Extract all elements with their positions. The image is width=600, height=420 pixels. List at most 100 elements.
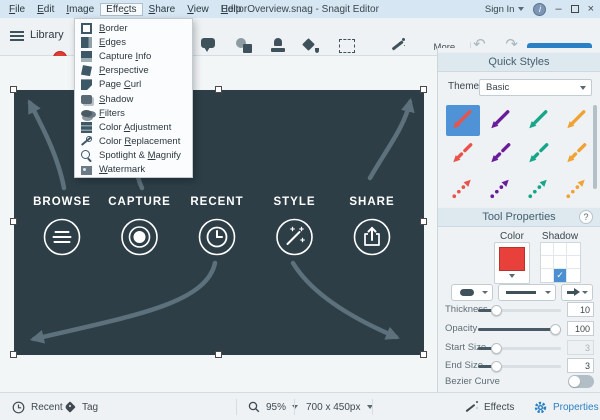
menubar-item-edit[interactable]: Edit: [31, 3, 60, 16]
arrow-style-dotted-2[interactable]: [522, 173, 556, 204]
menubar-item-view[interactable]: View: [181, 3, 215, 16]
magnifier-icon: [248, 401, 260, 413]
effects-menu-item-page-curl[interactable]: Page Curl: [75, 78, 192, 92]
shadow-cell-4[interactable]: [554, 256, 567, 269]
shadow-cell-5[interactable]: [567, 256, 580, 269]
shadow-cell-3[interactable]: [541, 256, 554, 269]
arrow-style-solid-1[interactable]: [484, 105, 518, 136]
selection-handle[interactable]: [420, 86, 427, 93]
sign-in-button[interactable]: Sign In: [485, 4, 525, 15]
arrow-style-dotted-0[interactable]: [446, 173, 480, 204]
slider-track[interactable]: [478, 365, 561, 368]
slider-value[interactable]: 3: [567, 358, 594, 373]
maximize-button[interactable]: [571, 5, 579, 13]
selection-icon: [337, 38, 355, 53]
window-title: EditorOverview.snag - Snagit Editor: [221, 4, 379, 15]
menu-item-label: Page Curl: [99, 79, 141, 90]
slider-track[interactable]: [478, 309, 561, 312]
effects-menu-item-edges[interactable]: Edges: [75, 35, 192, 49]
line-start-style-dropdown[interactable]: [451, 284, 493, 301]
effects-menu-item-color-replacement[interactable]: Color Replacement: [75, 135, 192, 149]
quick-styles-scrollbar[interactable]: [593, 105, 597, 189]
tag-label: Tag: [82, 402, 98, 413]
color-adjustment-icon: [81, 122, 92, 133]
effects-menu-item-shadow[interactable]: Shadow: [75, 92, 192, 106]
titlebar: FileEditImageEffectsShareViewHelp Editor…: [0, 0, 600, 18]
arrow-style-solid-3[interactable]: [560, 105, 594, 136]
selection-handle[interactable]: [420, 351, 427, 358]
slider-handle[interactable]: [491, 361, 502, 372]
arrow-style-solid-2[interactable]: [522, 105, 556, 136]
effects-menu-item-perspective[interactable]: Perspective: [75, 64, 192, 78]
minimize-button[interactable]: –: [555, 0, 561, 18]
canvas-size-control[interactable]: 700 x 450px: [306, 393, 373, 420]
effects-menu-item-watermark[interactable]: Watermark: [75, 163, 192, 177]
slider-value[interactable]: 3: [567, 340, 594, 355]
menubar: FileEditImageEffectsShareViewHelp: [0, 3, 247, 16]
selection-handle[interactable]: [10, 351, 17, 358]
selection-handle[interactable]: [420, 218, 427, 225]
selection-handle[interactable]: [10, 218, 17, 225]
arrow-style-dashed-1[interactable]: [484, 139, 518, 170]
theme-select[interactable]: Basic: [479, 79, 592, 96]
watermark-icon: [81, 166, 92, 175]
close-button[interactable]: ×: [588, 0, 594, 18]
tag-button[interactable]: Tag: [64, 393, 98, 420]
menubar-item-share[interactable]: Share: [143, 3, 182, 16]
slider-value[interactable]: 10: [567, 302, 594, 317]
shadow-cell-2[interactable]: [567, 243, 580, 256]
record-icon: [122, 220, 157, 255]
line-style-dropdown[interactable]: [498, 284, 556, 301]
color-picker-button[interactable]: [494, 242, 530, 284]
arrow-style-dashed-2[interactable]: [522, 139, 556, 170]
properties-tab[interactable]: Properties: [534, 393, 599, 420]
flow-arrow: [370, 102, 410, 178]
zoom-control[interactable]: 95%: [248, 393, 298, 420]
selection-handle[interactable]: [215, 351, 222, 358]
effects-menu-item-color-adjustment[interactable]: Color Adjustment: [75, 120, 192, 134]
arrow-style-dotted-1[interactable]: [484, 173, 518, 204]
slider-handle[interactable]: [491, 305, 502, 316]
effects-menu-item-filters[interactable]: Filters: [75, 106, 192, 120]
library-button[interactable]: Library: [10, 29, 64, 41]
slider-handle[interactable]: [491, 343, 502, 354]
slider-handle[interactable]: [550, 324, 561, 335]
shadow-cell-6[interactable]: [541, 269, 554, 282]
effects-tab[interactable]: Effects: [464, 393, 514, 420]
recent-button[interactable]: Recent: [12, 393, 63, 420]
shadow-cell-8[interactable]: [567, 269, 580, 282]
slider-value[interactable]: 100: [567, 321, 594, 336]
shadow-cell-7[interactable]: ✓: [554, 269, 567, 282]
arrow-style-solid-0[interactable]: [446, 105, 480, 136]
slider-track[interactable]: [478, 328, 561, 331]
effects-menu-item-border[interactable]: Border: [75, 21, 192, 35]
arrow-style-dashed-3[interactable]: [560, 139, 594, 170]
effects-menu-item-capture-info[interactable]: Capture Info: [75, 49, 192, 63]
menubar-item-effects[interactable]: Effects: [100, 3, 142, 16]
color-replacement-icon: [81, 136, 92, 147]
chevron-down-icon: [582, 291, 588, 294]
arrow-style-dotted-3[interactable]: [560, 173, 594, 204]
selection-handle[interactable]: [215, 86, 222, 93]
page-curl-icon: [81, 79, 92, 90]
shadow-cell-0[interactable]: [541, 243, 554, 256]
arrow-style-dashed-0[interactable]: [446, 139, 480, 170]
menubar-item-file[interactable]: File: [3, 3, 31, 16]
account-info-icon[interactable]: i: [533, 3, 546, 16]
chevron-down-icon: [482, 291, 488, 294]
menu-item-label: Border: [99, 23, 128, 34]
menubar-item-image[interactable]: Image: [60, 3, 100, 16]
bezier-curve-toggle[interactable]: [568, 375, 594, 388]
chevron-down-icon: [509, 274, 515, 278]
arrow-end-style-dropdown[interactable]: [561, 284, 593, 301]
shadow-cell-1[interactable]: [554, 243, 567, 256]
properties-tab-label: Properties: [553, 402, 599, 413]
edges-icon: [81, 37, 92, 48]
slider-track[interactable]: [478, 347, 561, 350]
selection-handle[interactable]: [10, 86, 17, 93]
recent-label: Recent: [31, 402, 63, 413]
effects-menu-item-spotlight-magnify[interactable]: Spotlight & Magnify: [75, 149, 192, 163]
filters-icon: [81, 110, 92, 117]
help-button[interactable]: ?: [579, 210, 593, 224]
chevron-down-icon: [580, 86, 586, 90]
